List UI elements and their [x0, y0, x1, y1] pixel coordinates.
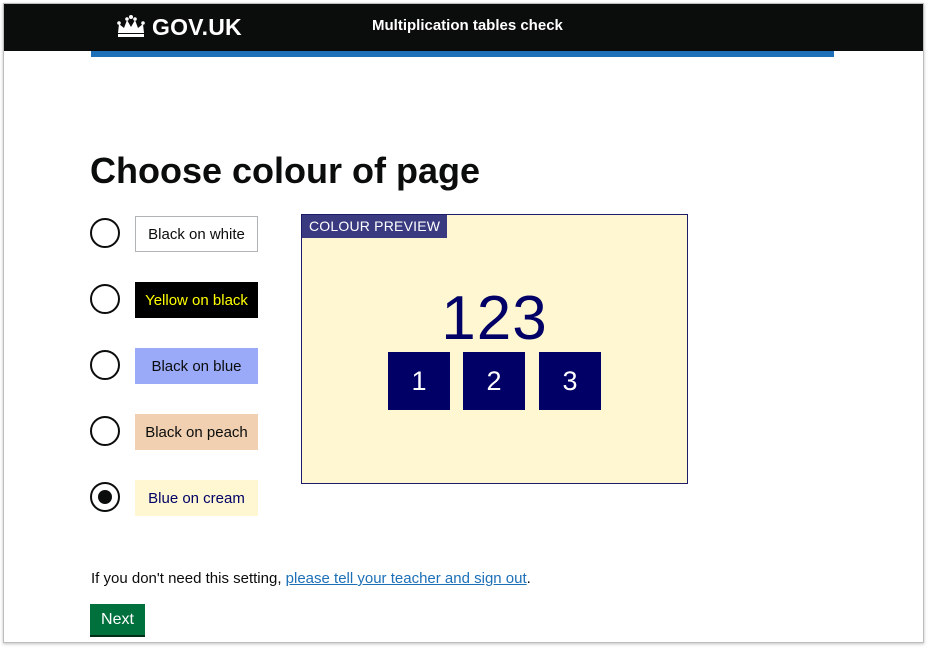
- note-suffix: .: [526, 570, 531, 587]
- option-black-on-white[interactable]: Black on white: [90, 214, 270, 254]
- radio-yellow-on-black[interactable]: [90, 284, 120, 314]
- option-black-on-blue[interactable]: Black on blue: [90, 346, 270, 386]
- swatch-black-on-white[interactable]: Black on white: [135, 216, 258, 252]
- option-yellow-on-black[interactable]: Yellow on black: [90, 280, 270, 320]
- preview-key-3: 3: [539, 352, 601, 410]
- govuk-logo[interactable]: GOV.UK: [114, 11, 242, 43]
- preview-number: 123: [441, 284, 548, 353]
- preview-key-1: 1: [388, 352, 450, 410]
- site-header: GOV.UK Multiplication tables check: [4, 4, 923, 51]
- preview-key-2: 2: [463, 352, 525, 410]
- radio-black-on-peach[interactable]: [90, 416, 120, 446]
- colour-preview: COLOUR PREVIEW 123 1 2 3: [301, 214, 688, 484]
- header-accent-bar: [91, 51, 834, 57]
- radio-black-on-white[interactable]: [90, 218, 120, 248]
- swatch-yellow-on-black[interactable]: Yellow on black: [135, 282, 258, 318]
- swatch-black-on-blue[interactable]: Black on blue: [135, 348, 258, 384]
- service-name[interactable]: Multiplication tables check: [372, 17, 563, 34]
- note-text: If you don't need this setting,: [91, 570, 286, 587]
- radio-blue-on-cream[interactable]: [90, 482, 120, 512]
- preview-tag: COLOUR PREVIEW: [302, 215, 448, 238]
- sign-out-link[interactable]: please tell your teacher and sign out: [286, 570, 527, 587]
- sign-out-note: If you don't need this setting, please t…: [91, 570, 531, 587]
- logo-text: GOV.UK: [152, 13, 242, 40]
- option-black-on-peach[interactable]: Black on peach: [90, 412, 270, 452]
- radio-black-on-blue[interactable]: [90, 350, 120, 380]
- swatch-black-on-peach[interactable]: Black on peach: [135, 414, 258, 450]
- next-button[interactable]: Next: [90, 604, 145, 635]
- swatch-blue-on-cream[interactable]: Blue on cream: [135, 480, 258, 516]
- option-blue-on-cream[interactable]: Blue on cream: [90, 478, 270, 518]
- page-title: Choose colour of page: [90, 150, 481, 191]
- browser-frame: GOV.UK Multiplication tables check Choos…: [3, 3, 924, 643]
- crown-icon: [114, 13, 148, 41]
